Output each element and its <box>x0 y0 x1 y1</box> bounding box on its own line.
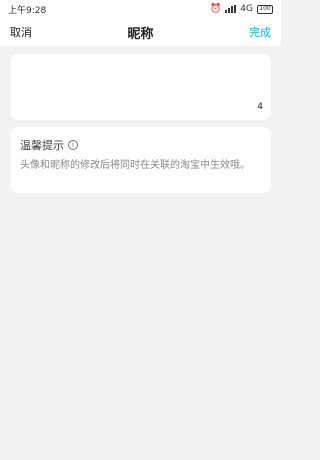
tip-title-row: 温馨提示 i <box>20 137 261 153</box>
info-icon: i <box>68 140 78 150</box>
status-time: 上午9:28 <box>8 5 47 16</box>
char-count: 4 <box>257 102 263 112</box>
network-type: 4G <box>240 4 253 14</box>
nickname-input[interactable] <box>20 64 261 100</box>
done-button[interactable]: 完成 <box>249 24 271 40</box>
nav-header: 取消 昵称 完成 <box>0 18 281 46</box>
signal-icon <box>225 5 237 13</box>
status-icons: ⏰ 4G 100 <box>210 4 273 14</box>
tip-title: 温馨提示 <box>20 139 64 152</box>
alarm-icon: ⏰ <box>210 4 222 14</box>
battery-icon: 100 <box>257 4 273 14</box>
nickname-card: 4 <box>10 54 271 120</box>
tip-card: 温馨提示 i 头像和昵称的修改后将同时在关联的淘宝中生效哦。 <box>10 127 271 193</box>
tip-body: 头像和昵称的修改后将同时在关联的淘宝中生效哦。 <box>20 160 250 171</box>
page-title: 昵称 <box>127 26 154 42</box>
cancel-button[interactable]: 取消 <box>10 24 32 40</box>
status-bar: 上午9:28 ⏰ 4G 100 <box>0 0 281 18</box>
battery-level: 100 <box>259 5 271 12</box>
